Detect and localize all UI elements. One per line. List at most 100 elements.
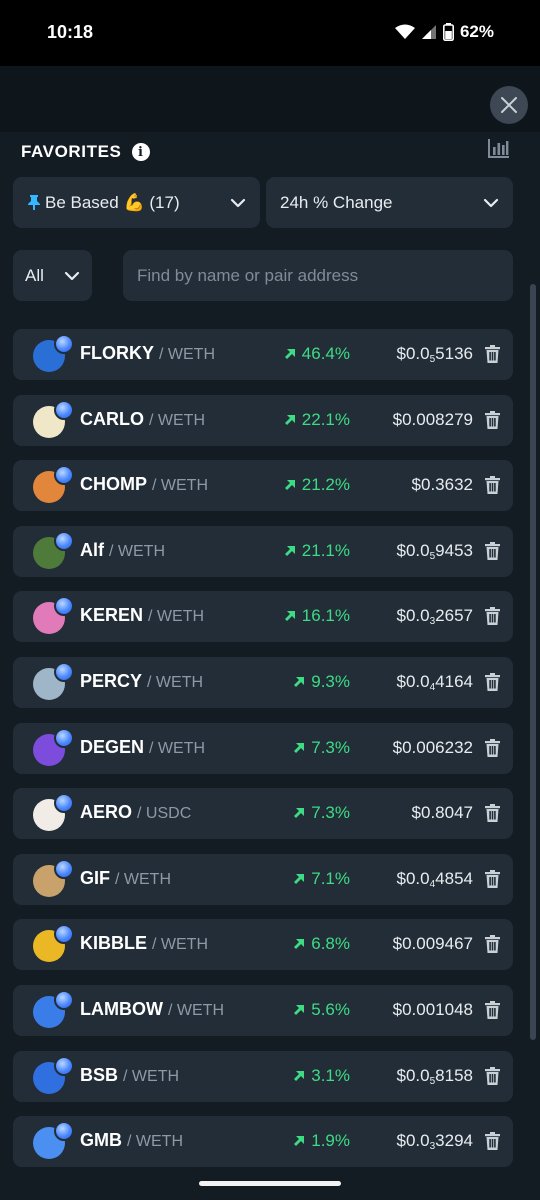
token-pair: KIBBLE / WETH xyxy=(80,933,208,954)
table-row-kibble[interactable]: KIBBLE / WETH 6.8% $0.009467 xyxy=(13,919,513,971)
token-symbol: GMB xyxy=(80,1130,122,1151)
status-icons: 62% xyxy=(394,22,494,42)
trash-icon[interactable] xyxy=(485,672,500,691)
table-row-carlo[interactable]: CARLO / WETH 22.1% $0.008279 xyxy=(13,394,513,446)
info-icon[interactable]: i xyxy=(131,143,150,161)
change-value: 46.4% xyxy=(301,344,350,363)
token-price: $0.055136 xyxy=(396,344,473,365)
change-value: 7.3% xyxy=(311,737,350,757)
quote-token: / WETH xyxy=(148,608,205,626)
close-button[interactable] xyxy=(490,86,528,124)
table-row-degen[interactable]: DEGEN / WETH 7.3% $0.006232 xyxy=(13,722,513,774)
table-row-keren[interactable]: KEREN / WETH 16.1% $0.032657 xyxy=(13,591,513,643)
modal-top-bar xyxy=(0,66,540,132)
price-change: 9.3% xyxy=(293,672,350,692)
wifi-icon xyxy=(394,24,415,39)
chain-badge-icon xyxy=(54,727,74,748)
chain-badge-icon xyxy=(54,530,74,551)
watchlist-select[interactable]: Be Based 💪 (17) xyxy=(13,177,260,228)
signal-icon xyxy=(421,25,436,39)
chart-icon[interactable] xyxy=(488,138,510,158)
trending-up-icon xyxy=(284,480,295,491)
token-price: $0.033294 xyxy=(396,1131,473,1153)
table-row-lambow[interactable]: LAMBOW / WETH 5.6% $0.001048 xyxy=(13,984,513,1036)
trash-icon[interactable] xyxy=(485,935,500,954)
token-symbol: FLORKY xyxy=(80,343,154,363)
trash-icon[interactable] xyxy=(485,541,500,560)
table-row-alf[interactable]: Alf / WETH 21.1% $0.059453 xyxy=(13,525,513,577)
trash-icon[interactable] xyxy=(485,1132,500,1151)
trash-icon[interactable] xyxy=(485,738,500,757)
table-row-gif[interactable]: GIF / WETH 7.1% $0.044854 xyxy=(13,853,513,905)
token-avatar xyxy=(33,858,74,897)
favorites-panel: FAVORITES i Be Based 💪 (17) 24h % Change… xyxy=(0,132,540,1200)
trash-icon[interactable] xyxy=(485,1000,500,1019)
trending-up-icon xyxy=(294,939,305,950)
status-time: 10:18 xyxy=(47,22,94,42)
token-symbol: AERO xyxy=(80,802,133,823)
table-row-aero[interactable]: AERO / USDC 7.3% $0.8047 xyxy=(13,788,513,840)
trash-icon[interactable] xyxy=(485,1066,500,1085)
watchlist-count: (17) xyxy=(149,192,180,212)
token-price: $0.044164 xyxy=(396,671,473,693)
trash-icon[interactable] xyxy=(485,476,500,495)
home-indicator[interactable] xyxy=(199,1181,341,1186)
table-row-gmb[interactable]: GMB / WETH 1.9% $0.033294 xyxy=(13,1116,513,1168)
chain-badge-icon xyxy=(54,334,74,354)
token-price: $0.006232 xyxy=(392,737,473,757)
table-row-chomp[interactable]: CHOMP / WETH 21.2% $0.3632 xyxy=(13,460,513,512)
battery-icon xyxy=(442,23,454,41)
change-value: 22.1% xyxy=(301,409,350,429)
token-pair: CHOMP / WETH xyxy=(80,474,208,495)
quote-token: / WETH xyxy=(168,1001,224,1019)
trash-icon[interactable] xyxy=(485,607,500,626)
trash-icon[interactable] xyxy=(485,804,500,823)
price-change: 6.8% xyxy=(293,934,350,954)
trending-up-icon xyxy=(284,349,295,359)
scrollbar[interactable] xyxy=(530,284,536,1040)
trending-up-icon xyxy=(294,676,305,687)
trending-up-icon xyxy=(284,611,295,622)
chain-badge-icon xyxy=(54,399,74,420)
token-price: $0.032657 xyxy=(396,606,473,628)
price-change: 5.6% xyxy=(293,1000,350,1020)
token-avatar xyxy=(33,793,74,832)
chain-label: All xyxy=(25,265,44,285)
chain-badge-icon xyxy=(54,924,74,945)
sort-select[interactable]: 24h % Change xyxy=(266,177,513,228)
token-symbol: PERCY xyxy=(80,670,143,691)
token-avatar xyxy=(33,1121,74,1160)
table-row-percy[interactable]: PERCY / WETH 9.3% $0.044164 xyxy=(13,656,513,708)
quote-token: / WETH xyxy=(152,936,209,954)
chain-badge-icon xyxy=(54,858,74,879)
table-row-florky[interactable]: FLORKY / WETH 46.4% $0.055136 xyxy=(13,329,513,380)
search-input[interactable] xyxy=(123,250,513,301)
price-change: 16.1% xyxy=(284,606,350,626)
price-change: 46.4% xyxy=(284,344,350,364)
chain-badge-icon xyxy=(54,465,74,486)
token-symbol: DEGEN xyxy=(80,736,145,757)
token-avatar xyxy=(33,727,74,766)
trash-icon[interactable] xyxy=(485,345,500,363)
trash-icon[interactable] xyxy=(485,410,500,429)
token-symbol: KEREN xyxy=(80,605,144,626)
table-row-bsb[interactable]: BSB / WETH 3.1% $0.058158 xyxy=(13,1050,513,1102)
trending-up-icon xyxy=(294,1070,305,1081)
chain-select[interactable]: All xyxy=(13,250,92,301)
quote-token: / WETH xyxy=(149,411,206,429)
quote-token: / WETH xyxy=(159,346,216,363)
token-pair: AERO / USDC xyxy=(80,802,191,823)
token-pair: FLORKY / WETH xyxy=(80,343,215,364)
token-avatar xyxy=(33,1055,74,1094)
price-change: 7.3% xyxy=(293,738,350,758)
chain-badge-icon xyxy=(54,596,74,617)
change-value: 7.1% xyxy=(311,868,350,888)
quote-token: / WETH xyxy=(127,1133,184,1151)
trending-up-icon xyxy=(294,1004,305,1015)
change-value: 21.2% xyxy=(301,475,350,495)
token-symbol: Alf xyxy=(80,539,104,560)
trash-icon[interactable] xyxy=(485,869,500,888)
pin-icon xyxy=(28,194,40,210)
chevron-down-icon xyxy=(230,198,246,207)
close-icon xyxy=(501,97,517,113)
